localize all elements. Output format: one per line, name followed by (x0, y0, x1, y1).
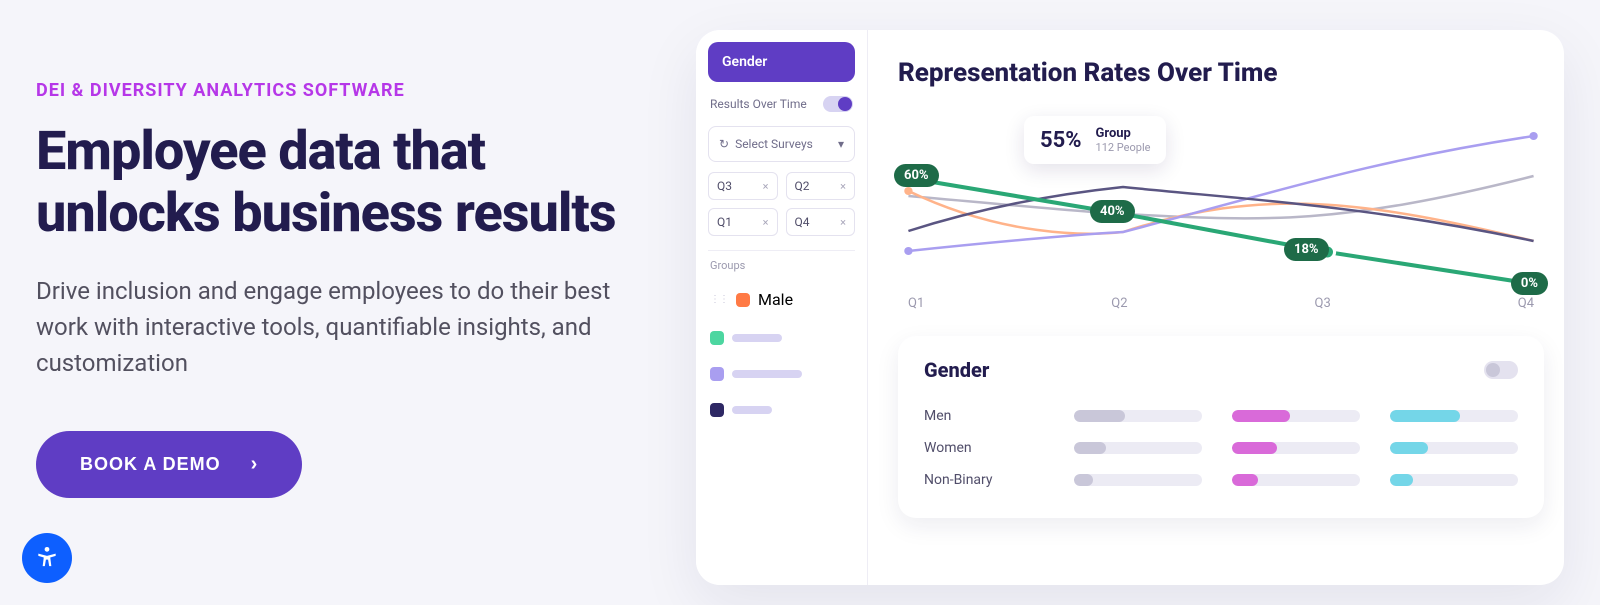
swatch-icon (710, 403, 724, 417)
history-icon: ↻ (719, 137, 729, 151)
accessibility-icon[interactable] (22, 533, 72, 583)
gender-panel-toggle[interactable] (1484, 361, 1518, 379)
chevron-down-icon: ▾ (838, 137, 844, 151)
chart-svg (898, 106, 1544, 286)
chip-q4[interactable]: Q4× (786, 208, 856, 236)
chip-q2[interactable]: Q2× (786, 172, 856, 200)
dashboard-sidebar: Gender Results Over Time ↻ Select Survey… (696, 30, 868, 585)
chevron-right-icon: › (251, 453, 259, 476)
data-badge-q4: 0% (1511, 272, 1548, 295)
gender-row-label: Women (924, 440, 1044, 456)
x-tick: Q2 (1111, 296, 1127, 311)
drag-handle-icon[interactable]: ⋮⋮ (710, 294, 728, 305)
group-row-male[interactable]: ⋮⋮ Male (708, 284, 855, 315)
chip-q1[interactable]: Q1× (708, 208, 778, 236)
data-badge-q2: 40% (1090, 200, 1135, 223)
swatch-icon (736, 293, 750, 307)
x-tick: Q4 (1518, 296, 1534, 311)
groups-section-label: Groups (708, 250, 855, 274)
close-icon[interactable]: × (763, 180, 769, 193)
bar (1232, 410, 1360, 422)
bar (1074, 410, 1202, 422)
placeholder-label (732, 334, 782, 342)
swatch-icon (710, 367, 724, 381)
x-tick: Q3 (1315, 296, 1331, 311)
bar (1390, 474, 1518, 486)
results-over-time-toggle[interactable] (823, 96, 853, 112)
survey-chips: Q3× Q2× Q1× Q4× (708, 172, 855, 236)
bar (1390, 442, 1518, 454)
x-axis: Q1 Q2 Q3 Q4 (898, 290, 1544, 311)
subhead: Drive inclusion and engage employees to … (36, 273, 656, 381)
headline: Employee data that unlocks business resu… (36, 121, 656, 245)
tooltip-group-label: Group (1096, 126, 1151, 141)
x-tick: Q1 (908, 296, 924, 311)
bar (1074, 474, 1202, 486)
results-over-time-label: Results Over Time (710, 97, 807, 111)
tooltip-group-sub: 112 People (1096, 141, 1151, 154)
chart-title: Representation Rates Over Time (898, 58, 1554, 88)
select-surveys-label: Select Surveys (735, 137, 813, 151)
tooltip-percent: 55% (1040, 128, 1082, 153)
swatch-icon (710, 331, 724, 345)
group-label: Male (758, 290, 793, 309)
placeholder-label (732, 370, 802, 378)
bar (1074, 442, 1202, 454)
close-icon[interactable]: × (763, 216, 769, 229)
eyebrow-text: DEI & DIVERSITY ANALYTICS SOFTWARE (36, 80, 656, 101)
chart-tooltip: 55% Group 112 People (1024, 116, 1166, 164)
group-row-placeholder[interactable] (708, 361, 855, 387)
placeholder-label (732, 406, 772, 414)
data-badge-q1: 60% (894, 164, 939, 187)
gender-row: Men (924, 400, 1518, 432)
representation-chart[interactable]: 60% 40% 18% 0% 55% Group 112 People Q1 Q… (898, 106, 1544, 326)
close-icon[interactable]: × (840, 216, 846, 229)
gender-row: Non-Binary (924, 464, 1518, 496)
dashboard-mock: Gender Results Over Time ↻ Select Survey… (696, 30, 1564, 585)
bar (1232, 442, 1360, 454)
gender-row: Women (924, 432, 1518, 464)
bar (1390, 410, 1518, 422)
gender-panel: Gender Men Women Non-Binary (898, 336, 1544, 518)
book-demo-button[interactable]: BOOK A DEMO › (36, 431, 302, 498)
group-row-placeholder[interactable] (708, 325, 855, 351)
chip-q3[interactable]: Q3× (708, 172, 778, 200)
close-icon[interactable]: × (840, 180, 846, 193)
gender-filter-button[interactable]: Gender (708, 42, 855, 82)
group-row-placeholder[interactable] (708, 397, 855, 423)
gender-panel-title: Gender (924, 358, 989, 382)
select-surveys-dropdown[interactable]: ↻ Select Surveys ▾ (708, 126, 855, 162)
bar (1232, 474, 1360, 486)
gender-row-label: Non-Binary (924, 472, 1044, 488)
data-badge-q3: 18% (1284, 238, 1329, 261)
cta-label: BOOK A DEMO (80, 454, 221, 475)
gender-row-label: Men (924, 408, 1044, 424)
